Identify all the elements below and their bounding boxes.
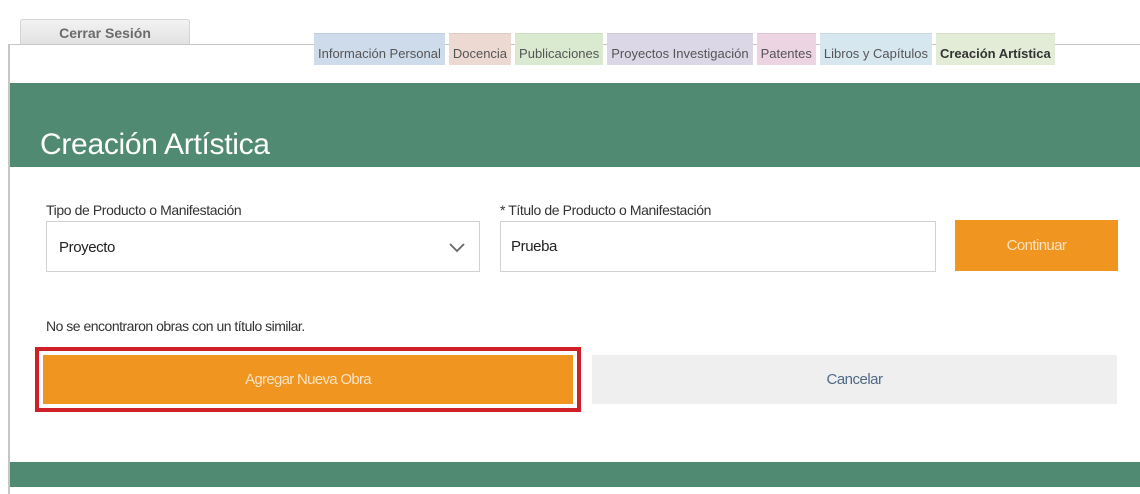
cancel-button[interactable]: Cancelar (592, 355, 1117, 404)
page-title: Creación Artística (40, 128, 270, 161)
logout-tab[interactable]: Cerrar Sesión (20, 19, 190, 45)
section-tabs: Información Personal Docencia Publicacione… (314, 33, 1059, 65)
tab-publicaciones[interactable]: Publicaciones (515, 33, 604, 65)
chevron-down-icon (449, 243, 465, 253)
section-header: Creación Artística (10, 83, 1140, 167)
tab-libros-y-capitulos[interactable]: Libros y Capítulos (819, 33, 932, 65)
tab-informacion-personal[interactable]: Información Personal (314, 33, 445, 65)
tab-creacion-artistica[interactable]: Creación Artística (935, 33, 1055, 65)
no-results-message: No se encontraron obras con un título si… (46, 318, 305, 334)
tab-docencia[interactable]: Docencia (448, 33, 512, 65)
footer-band (10, 462, 1140, 487)
continue-button[interactable]: Continuar (955, 220, 1118, 271)
tab-proyectos-investigacion[interactable]: Proyectos Investigación (607, 33, 753, 65)
tab-patentes[interactable]: Patentes (756, 33, 816, 65)
add-new-work-button[interactable]: Agregar Nueva Obra (43, 355, 573, 404)
product-type-value: Proyecto (59, 239, 115, 256)
title-label: * Título de Producto o Manifestación (500, 202, 712, 218)
product-type-label: Tipo de Producto o Manifestación (46, 202, 242, 218)
title-input[interactable] (500, 221, 936, 272)
product-type-select[interactable]: Proyecto (46, 221, 480, 272)
